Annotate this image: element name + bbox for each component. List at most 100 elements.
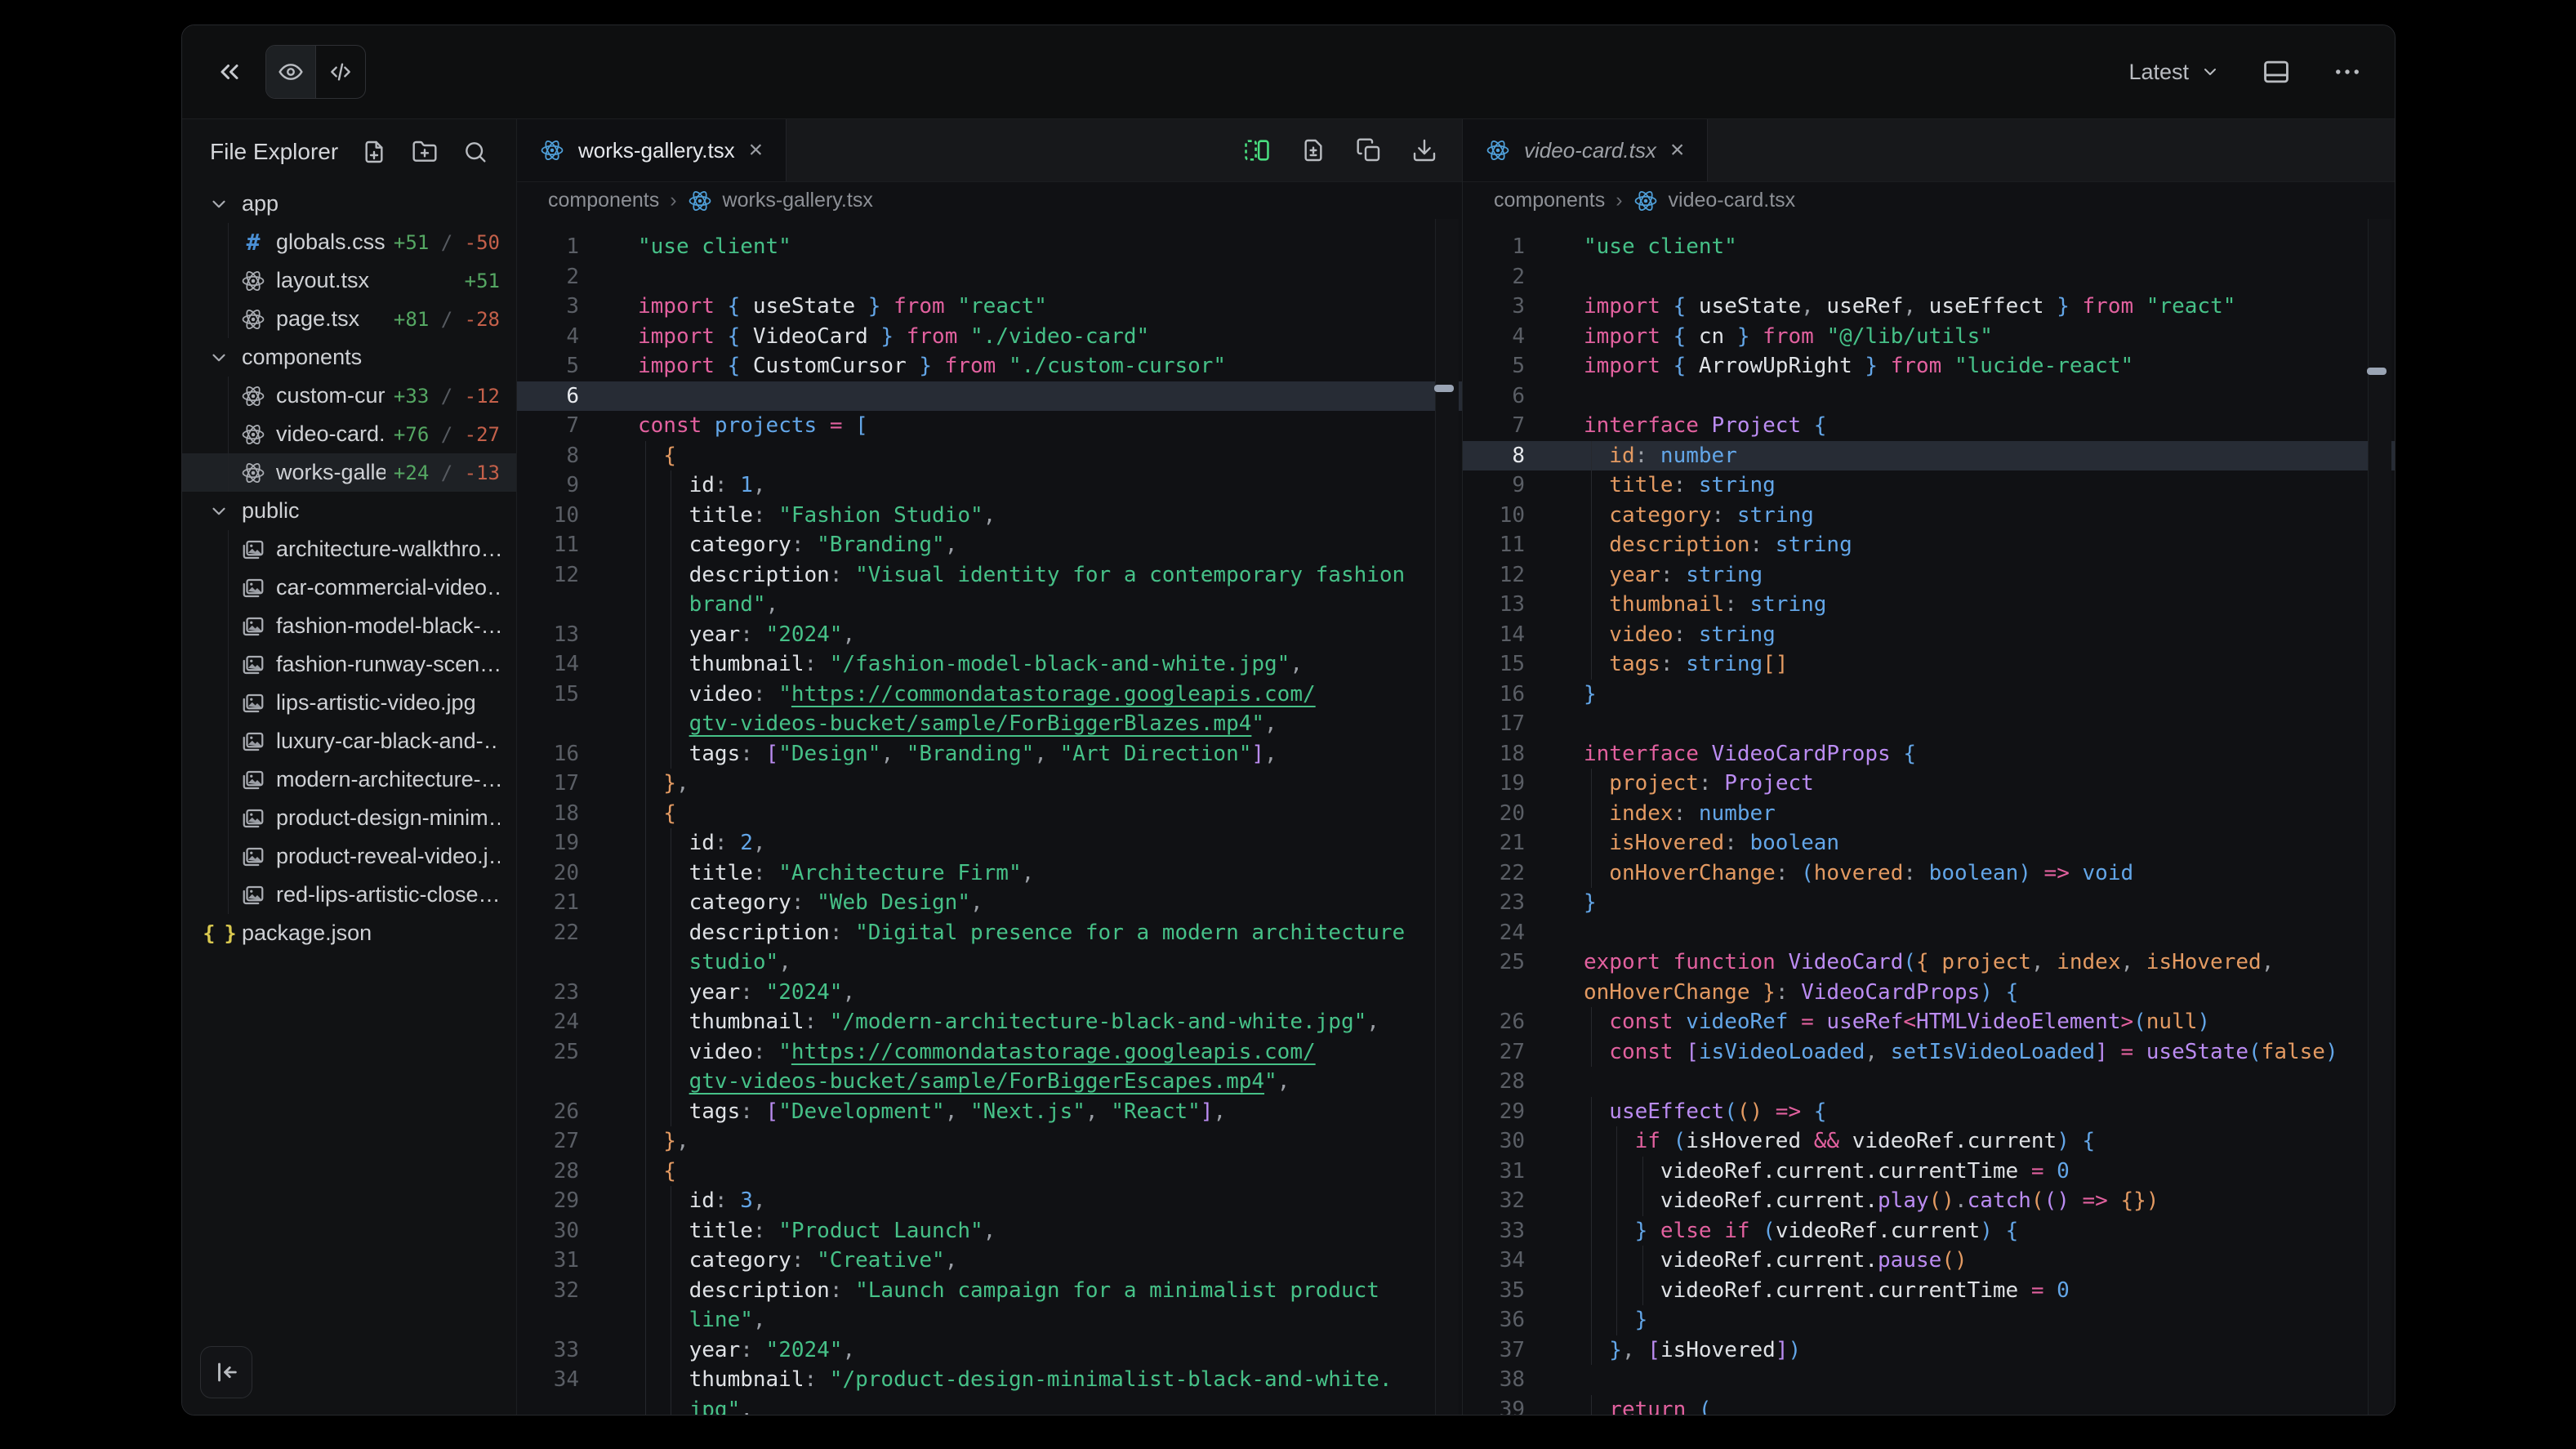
- code-line[interactable]: 1"use client": [1463, 232, 2395, 262]
- code-line[interactable]: 7interface Project {: [1463, 411, 2395, 441]
- tree-file-product-reveal-video.j[interactable]: product-reveal-video.j…: [182, 837, 516, 876]
- tab-close-icon[interactable]: ×: [749, 138, 764, 163]
- code-line[interactable]: 4import { VideoCard } from "./video-card…: [517, 322, 1462, 352]
- code-line[interactable]: 33 } else if (videoRef.current) {: [1463, 1216, 2395, 1246]
- tree-file-modern-architecture[interactable]: modern-architecture-…: [182, 760, 516, 799]
- tree-file-fashion-runway-scen[interactable]: fashion-runway-scen…: [182, 645, 516, 684]
- new-file-icon[interactable]: [361, 139, 387, 165]
- code-toggle-button[interactable]: [315, 46, 365, 98]
- code-line[interactable]: 11 category: "Branding",: [517, 530, 1462, 560]
- code-line-current[interactable]: 6: [517, 381, 1462, 412]
- tab-video-card[interactable]: video-card.tsx ×: [1463, 119, 1708, 181]
- code-line[interactable]: line",: [517, 1305, 1462, 1335]
- code-line[interactable]: 35 videoRef.current.currentTime = 0: [1463, 1276, 2395, 1306]
- tree-file-page.tsx[interactable]: page.tsx+81 / -28: [182, 300, 516, 338]
- split-view-icon[interactable]: [1243, 136, 1271, 164]
- code-line[interactable]: 16}: [1463, 680, 2395, 710]
- tree-file-package.json[interactable]: { }package.json: [182, 914, 516, 952]
- code-line[interactable]: 4import { cn } from "@/lib/utils": [1463, 322, 2395, 352]
- copy-icon[interactable]: [1356, 137, 1382, 163]
- code-line[interactable]: 23 year: "2024",: [517, 978, 1462, 1008]
- tab-close-icon[interactable]: ×: [1670, 138, 1685, 163]
- code-line[interactable]: 14 video: string: [1463, 620, 2395, 650]
- panel-bottom-icon[interactable]: [2261, 56, 2292, 87]
- code-line[interactable]: 18interface VideoCardProps {: [1463, 739, 2395, 769]
- tree-file-works-galler[interactable]: works-galler…+24 / -13: [182, 453, 516, 492]
- code-line[interactable]: 28 {: [517, 1157, 1462, 1187]
- code-editor-video-card[interactable]: 1"use client"23import { useState, useRef…: [1463, 219, 2395, 1415]
- code-line[interactable]: 33 year: "2024",: [517, 1335, 1462, 1366]
- preview-toggle-button[interactable]: [266, 46, 315, 98]
- code-line-current[interactable]: 8 id: number: [1463, 441, 2395, 471]
- code-line[interactable]: gtv-videos-bucket/sample/ForBiggerBlazes…: [517, 709, 1462, 739]
- code-editor-works-gallery[interactable]: 1"use client"23import { useState } from …: [517, 219, 1462, 1415]
- breadcrumb-file[interactable]: works-gallery.tsx: [723, 189, 873, 212]
- code-line[interactable]: 32 videoRef.current.play().catch(() => {…: [1463, 1186, 2395, 1216]
- code-line[interactable]: 26 tags: ["Development", "Next.js", "Rea…: [517, 1097, 1462, 1127]
- code-line[interactable]: 9 id: 1,: [517, 470, 1462, 501]
- code-line[interactable]: 12 description: "Visual identity for a c…: [517, 560, 1462, 591]
- code-line[interactable]: 22 description: "Digital presence for a …: [517, 918, 1462, 948]
- code-line[interactable]: 22 onHoverChange: (hovered: boolean) => …: [1463, 858, 2395, 889]
- code-line[interactable]: 31 category: "Creative",: [517, 1246, 1462, 1276]
- code-line[interactable]: 26 const videoRef = useRef<HTMLVideoElem…: [1463, 1007, 2395, 1037]
- code-line[interactable]: 15 video: "https://commondatastorage.goo…: [517, 680, 1462, 710]
- code-line[interactable]: 23}: [1463, 888, 2395, 918]
- code-line[interactable]: 16 tags: ["Design", "Branding", "Art Dir…: [517, 739, 1462, 769]
- code-line[interactable]: 6: [1463, 381, 2395, 412]
- scrollbar-track[interactable]: [2368, 219, 2391, 1415]
- code-line[interactable]: 13 year: "2024",: [517, 620, 1462, 650]
- tree-folder-public[interactable]: public: [182, 492, 516, 530]
- version-dropdown[interactable]: Latest: [2128, 60, 2220, 85]
- code-line[interactable]: 20 index: number: [1463, 799, 2395, 829]
- breadcrumb-folder[interactable]: components: [1494, 189, 1605, 212]
- breadcrumb-file[interactable]: video-card.tsx: [1669, 189, 1796, 212]
- code-line[interactable]: 34 videoRef.current.pause(): [1463, 1246, 2395, 1276]
- code-line[interactable]: 29 id: 3,: [517, 1186, 1462, 1216]
- ellipsis-menu-icon[interactable]: [2333, 57, 2362, 87]
- code-line[interactable]: 27 const [isVideoLoaded, setIsVideoLoade…: [1463, 1037, 2395, 1068]
- code-line[interactable]: 9 title: string: [1463, 470, 2395, 501]
- new-folder-icon[interactable]: [412, 139, 438, 165]
- code-line[interactable]: 19 project: Project: [1463, 769, 2395, 799]
- code-line[interactable]: 24: [1463, 918, 2395, 948]
- tree-file-fashion-model-black[interactable]: fashion-model-black-…: [182, 607, 516, 645]
- code-line[interactable]: 36 }: [1463, 1305, 2395, 1335]
- code-line[interactable]: 8 {: [517, 441, 1462, 471]
- code-line[interactable]: 29 useEffect(() => {: [1463, 1097, 2395, 1127]
- collapse-sidebar-icon[interactable]: [215, 57, 244, 87]
- tree-file-car-commercial-video[interactable]: car-commercial-video…: [182, 568, 516, 607]
- code-line[interactable]: gtv-videos-bucket/sample/ForBiggerEscape…: [517, 1067, 1462, 1097]
- tree-file-luxury-car-black-and[interactable]: luxury-car-black-and-…: [182, 722, 516, 760]
- code-line[interactable]: 17: [1463, 709, 2395, 739]
- tab-works-gallery[interactable]: works-gallery.tsx ×: [517, 119, 787, 181]
- code-line[interactable]: 5import { ArrowUpRight } from "lucide-re…: [1463, 351, 2395, 381]
- scrollbar-thumb[interactable]: [2367, 368, 2387, 375]
- code-line[interactable]: studio",: [517, 947, 1462, 978]
- code-line[interactable]: 24 thumbnail: "/modern-architecture-blac…: [517, 1007, 1462, 1037]
- code-line[interactable]: 2: [1463, 262, 2395, 292]
- code-line[interactable]: 32 description: "Launch campaign for a m…: [517, 1276, 1462, 1306]
- code-line[interactable]: 38: [1463, 1365, 2395, 1395]
- code-line[interactable]: 11 description: string: [1463, 530, 2395, 560]
- code-line[interactable]: 19 id: 2,: [517, 828, 1462, 858]
- code-line[interactable]: 18 {: [517, 799, 1462, 829]
- code-line[interactable]: 7const projects = [: [517, 411, 1462, 441]
- tree-file-layout.tsx[interactable]: layout.tsx+51: [182, 261, 516, 300]
- code-line[interactable]: 31 videoRef.current.currentTime = 0: [1463, 1157, 2395, 1187]
- breadcrumb-folder[interactable]: components: [548, 189, 659, 212]
- code-line[interactable]: 34 thumbnail: "/product-design-minimalis…: [517, 1365, 1462, 1395]
- collapse-panel-button[interactable]: [200, 1346, 252, 1398]
- code-line[interactable]: 5import { CustomCursor } from "./custom-…: [517, 351, 1462, 381]
- code-line[interactable]: 27 },: [517, 1126, 1462, 1157]
- tree-file-architecture-walkthro[interactable]: architecture-walkthro…: [182, 530, 516, 568]
- code-line[interactable]: 25export function VideoCard({ project, i…: [1463, 947, 2395, 978]
- code-line[interactable]: 21 category: "Web Design",: [517, 888, 1462, 918]
- code-line[interactable]: 17 },: [517, 769, 1462, 799]
- code-line[interactable]: 13 thumbnail: string: [1463, 590, 2395, 620]
- code-line[interactable]: jpg",: [517, 1395, 1462, 1416]
- code-line[interactable]: 10 category: string: [1463, 501, 2395, 531]
- tree-file-custom-curs[interactable]: custom-curs…+33 / -12: [182, 377, 516, 415]
- tree-folder-app[interactable]: app: [182, 185, 516, 223]
- file-diff-icon[interactable]: [1300, 137, 1326, 163]
